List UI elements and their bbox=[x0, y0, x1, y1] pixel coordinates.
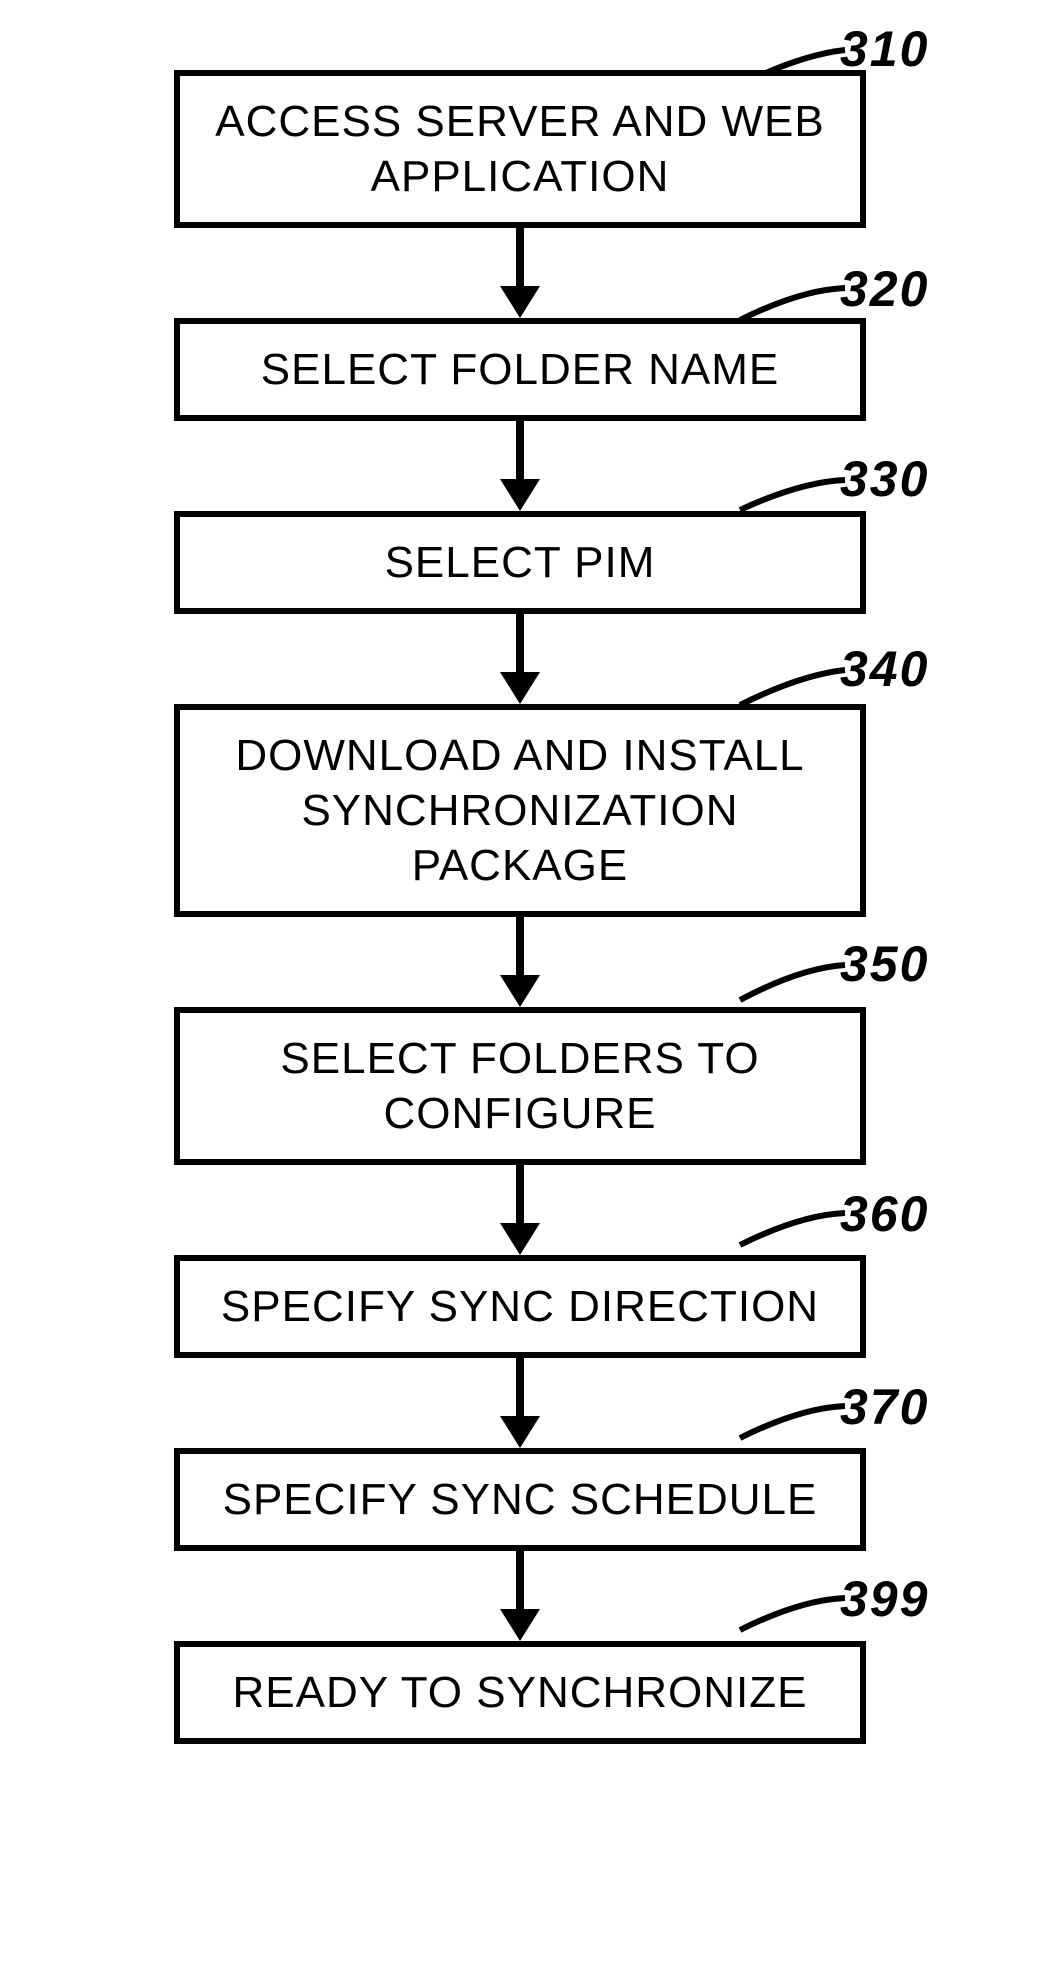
flow-step-399: READY TO SYNCHRONIZE bbox=[70, 1641, 970, 1744]
arrow-down-icon bbox=[500, 286, 540, 318]
step-box-350: SELECT FOLDERS TO CONFIGURE bbox=[174, 1007, 866, 1165]
step-box-360: SPECIFY SYNC DIRECTION bbox=[174, 1255, 866, 1358]
step-box-310: ACCESS SERVER AND WEB APPLICATION bbox=[174, 70, 866, 228]
arrow-340-to-350 bbox=[190, 917, 850, 1007]
flow-step-350: SELECT FOLDERS TO CONFIGURE bbox=[70, 1007, 970, 1165]
step-box-320: SELECT FOLDER NAME bbox=[174, 318, 866, 421]
arrow-line-icon bbox=[516, 1358, 524, 1418]
step-box-330: SELECT PIM bbox=[174, 511, 866, 614]
arrow-line-icon bbox=[516, 228, 524, 288]
step-label-360: 360 bbox=[840, 1185, 929, 1243]
arrow-line-icon bbox=[516, 1165, 524, 1225]
flow-step-370: SPECIFY SYNC SCHEDULE bbox=[70, 1448, 970, 1551]
step-box-399: READY TO SYNCHRONIZE bbox=[174, 1641, 866, 1744]
flowchart-container: ACCESS SERVER AND WEB APPLICATION SELECT … bbox=[70, 70, 970, 1744]
step-label-310: 310 bbox=[840, 20, 929, 78]
arrow-310-to-320 bbox=[190, 228, 850, 318]
arrow-line-icon bbox=[516, 917, 524, 977]
arrow-line-icon bbox=[516, 421, 524, 481]
flow-step-340: DOWNLOAD AND INSTALL SYNCHRONIZATION PAC… bbox=[70, 704, 970, 917]
step-label-320: 320 bbox=[840, 260, 929, 318]
step-box-370: SPECIFY SYNC SCHEDULE bbox=[174, 1448, 866, 1551]
step-box-340: DOWNLOAD AND INSTALL SYNCHRONIZATION PAC… bbox=[174, 704, 866, 917]
flow-step-320: SELECT FOLDER NAME bbox=[70, 318, 970, 421]
flow-step-310: ACCESS SERVER AND WEB APPLICATION bbox=[70, 70, 970, 228]
arrow-360-to-370 bbox=[190, 1358, 850, 1448]
step-label-340: 340 bbox=[840, 640, 929, 698]
arrow-330-to-340 bbox=[190, 614, 850, 704]
arrow-down-icon bbox=[500, 1609, 540, 1641]
step-label-370: 370 bbox=[840, 1378, 929, 1436]
arrow-down-icon bbox=[500, 1416, 540, 1448]
arrow-350-to-360 bbox=[190, 1165, 850, 1255]
arrow-line-icon bbox=[516, 614, 524, 674]
arrow-down-icon bbox=[500, 672, 540, 704]
flow-step-360: SPECIFY SYNC DIRECTION bbox=[70, 1255, 970, 1358]
arrow-down-icon bbox=[500, 975, 540, 1007]
flow-step-330: SELECT PIM bbox=[70, 511, 970, 614]
step-label-330: 330 bbox=[840, 450, 929, 508]
step-label-350: 350 bbox=[840, 935, 929, 993]
arrow-370-to-399 bbox=[190, 1551, 850, 1641]
arrow-down-icon bbox=[500, 1223, 540, 1255]
arrow-line-icon bbox=[516, 1551, 524, 1611]
arrow-down-icon bbox=[500, 479, 540, 511]
arrow-320-to-330 bbox=[190, 421, 850, 511]
step-label-399: 399 bbox=[840, 1570, 929, 1628]
